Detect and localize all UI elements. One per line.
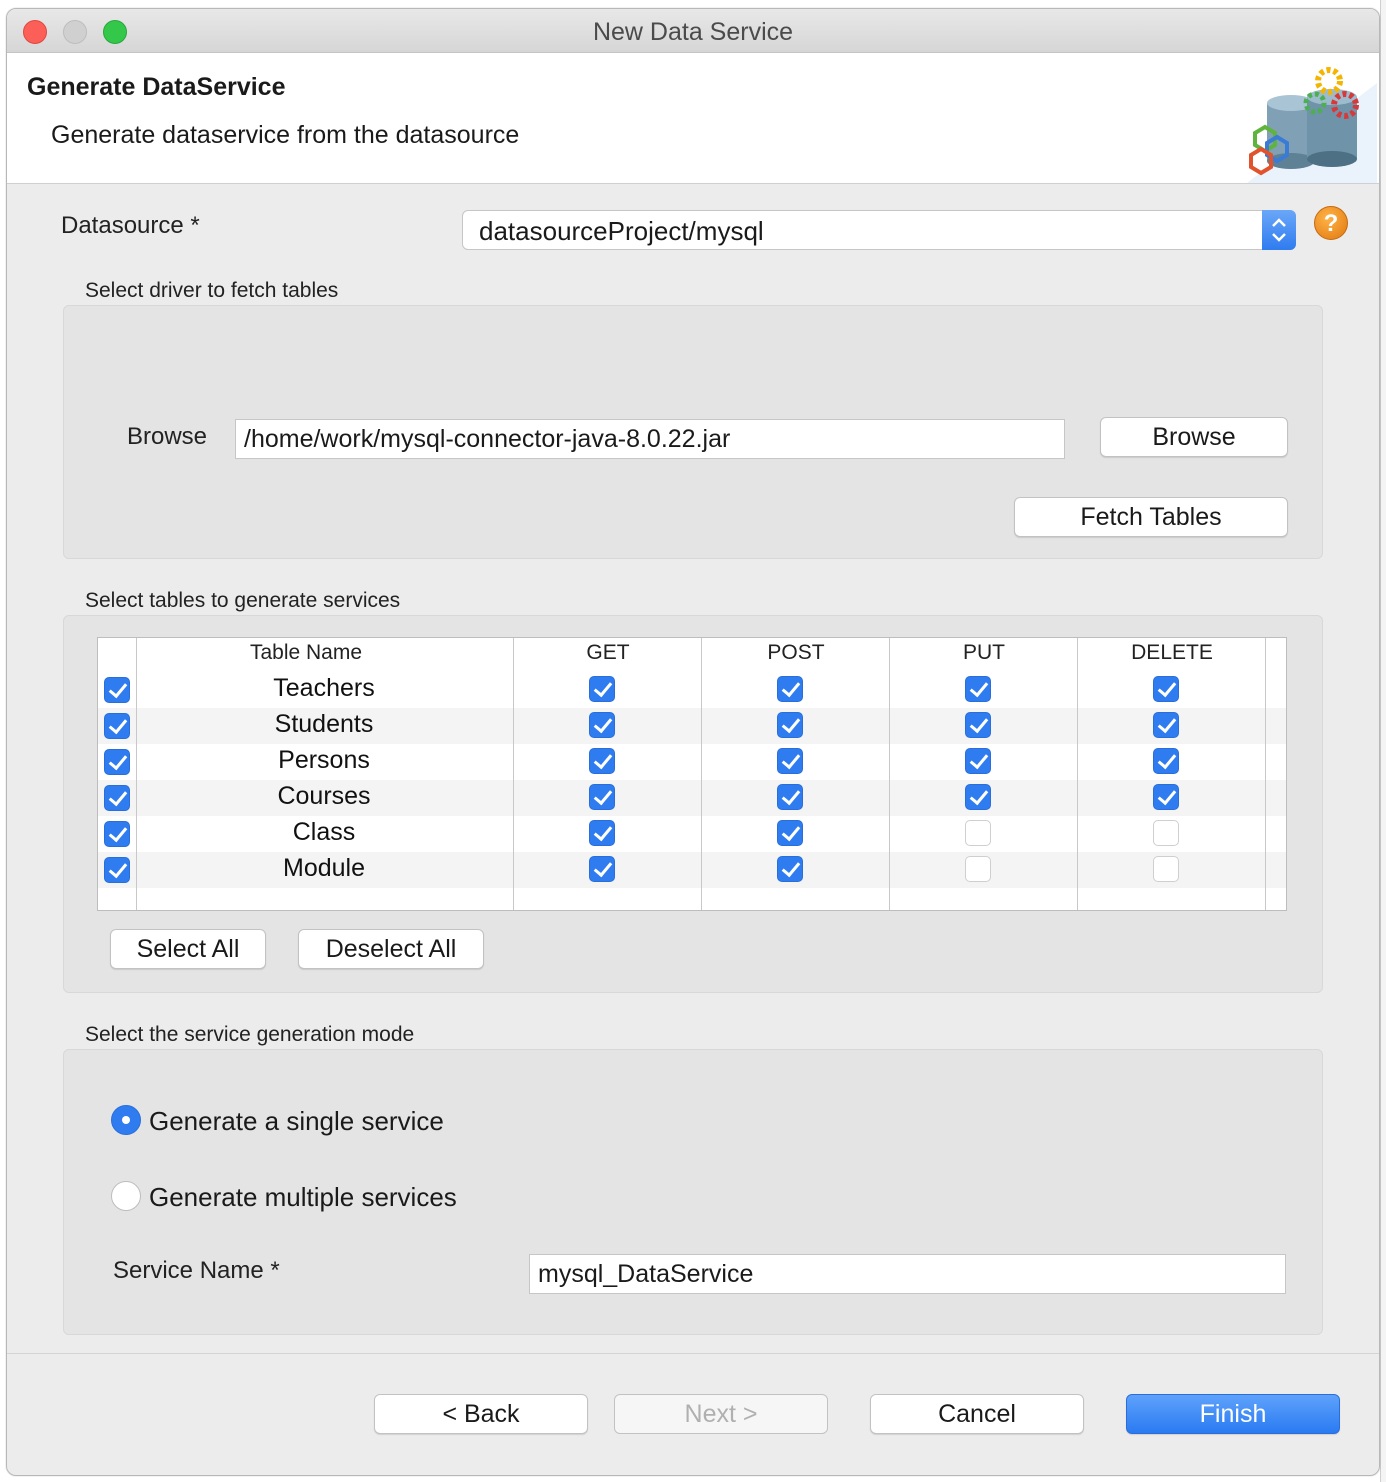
get-checkbox[interactable] bbox=[589, 712, 615, 738]
next-button[interactable]: Next > bbox=[614, 1394, 828, 1434]
post-checkbox[interactable] bbox=[777, 676, 803, 702]
delete-checkbox[interactable] bbox=[1153, 712, 1179, 738]
put-checkbox[interactable] bbox=[965, 748, 991, 774]
footer-separator bbox=[7, 1353, 1379, 1354]
get-checkbox[interactable] bbox=[589, 856, 615, 882]
row-select-checkbox[interactable] bbox=[104, 713, 130, 739]
table-row[interactable]: Teachers bbox=[98, 672, 1286, 708]
column-header-delete: DELETE bbox=[1131, 641, 1213, 664]
table-row[interactable]: Class bbox=[98, 816, 1286, 852]
put-checkbox[interactable] bbox=[965, 676, 991, 702]
table-name-cell: Teachers bbox=[273, 674, 375, 702]
database-gears-icon bbox=[1247, 67, 1377, 183]
post-checkbox[interactable] bbox=[777, 856, 803, 882]
put-checkbox[interactable] bbox=[965, 856, 991, 882]
datasource-select[interactable]: datasourceProject/mysql bbox=[462, 210, 1296, 250]
row-select-checkbox[interactable] bbox=[104, 821, 130, 847]
table-row[interactable]: Module bbox=[98, 852, 1286, 888]
get-checkbox[interactable] bbox=[589, 820, 615, 846]
column-header-put: PUT bbox=[963, 641, 1005, 664]
row-select-checkbox[interactable] bbox=[104, 785, 130, 811]
table-name-cell: Module bbox=[283, 854, 365, 882]
table-name-cell: Courses bbox=[277, 782, 371, 810]
delete-checkbox[interactable] bbox=[1153, 748, 1179, 774]
delete-checkbox[interactable] bbox=[1153, 784, 1179, 810]
delete-checkbox[interactable] bbox=[1153, 820, 1179, 846]
tables-table: Table Name GET POST PUT DELETE Teachers S… bbox=[97, 637, 1287, 911]
title-bar: New Data Service bbox=[7, 9, 1379, 53]
tables-group-label: Select tables to generate services bbox=[85, 589, 401, 612]
column-header-table-name: Table Name bbox=[249, 641, 363, 664]
wizard-header: Generate DataService Generate dataservic… bbox=[7, 53, 1379, 184]
updown-chevron-icon[interactable] bbox=[1262, 210, 1296, 250]
post-checkbox[interactable] bbox=[777, 784, 803, 810]
mode-group-label: Select the service generation mode bbox=[85, 1023, 415, 1046]
help-icon[interactable]: ? bbox=[1314, 206, 1348, 240]
datasource-label: Datasource * bbox=[61, 212, 200, 239]
service-name-input[interactable]: mysql_DataService bbox=[529, 1254, 1286, 1294]
table-name-cell: Persons bbox=[278, 746, 370, 774]
table-row[interactable]: Students bbox=[98, 708, 1286, 744]
driver-group-label: Select driver to fetch tables bbox=[85, 279, 339, 302]
get-checkbox[interactable] bbox=[589, 784, 615, 810]
row-select-checkbox[interactable] bbox=[104, 677, 130, 703]
row-select-checkbox[interactable] bbox=[104, 857, 130, 883]
deselect-all-button[interactable]: Deselect All bbox=[298, 929, 484, 969]
service-name-label: Service Name * bbox=[113, 1257, 280, 1284]
multiple-services-radio[interactable] bbox=[111, 1181, 141, 1211]
table-name-cell: Students bbox=[274, 710, 374, 738]
put-checkbox[interactable] bbox=[965, 784, 991, 810]
single-service-radio[interactable] bbox=[111, 1105, 141, 1135]
get-checkbox[interactable] bbox=[589, 676, 615, 702]
table-header: Table Name GET POST PUT DELETE bbox=[98, 638, 1286, 670]
post-checkbox[interactable] bbox=[777, 712, 803, 738]
put-checkbox[interactable] bbox=[965, 712, 991, 738]
table-name-cell: Class bbox=[292, 818, 356, 846]
table-row[interactable]: Persons bbox=[98, 744, 1286, 780]
select-all-button[interactable]: Select All bbox=[110, 929, 266, 969]
column-header-get: GET bbox=[586, 641, 630, 664]
datasource-selected-value: datasourceProject/mysql bbox=[479, 216, 764, 246]
browse-label: Browse bbox=[127, 423, 208, 450]
get-checkbox[interactable] bbox=[589, 748, 615, 774]
driver-path-input[interactable]: /home/work/mysql-connector-java-8.0.22.j… bbox=[235, 419, 1065, 459]
new-data-service-dialog: New Data Service Generate DataService Ge… bbox=[6, 8, 1380, 1476]
delete-checkbox[interactable] bbox=[1153, 856, 1179, 882]
single-service-label[interactable]: Generate a single service bbox=[149, 1106, 444, 1137]
finish-button[interactable]: Finish bbox=[1126, 1394, 1340, 1434]
page-title: Generate DataService bbox=[27, 73, 286, 101]
delete-checkbox[interactable] bbox=[1153, 676, 1179, 702]
background-app-edge bbox=[1380, 0, 1386, 1482]
column-header-post: POST bbox=[767, 641, 825, 664]
table-row[interactable]: Courses bbox=[98, 780, 1286, 816]
post-checkbox[interactable] bbox=[777, 820, 803, 846]
post-checkbox[interactable] bbox=[777, 748, 803, 774]
cancel-button[interactable]: Cancel bbox=[870, 1394, 1084, 1434]
fetch-tables-button[interactable]: Fetch Tables bbox=[1014, 497, 1288, 537]
page-subtitle: Generate dataservice from the datasource bbox=[51, 121, 520, 149]
back-button[interactable]: < Back bbox=[374, 1394, 588, 1434]
window-title: New Data Service bbox=[592, 18, 794, 46]
row-select-checkbox[interactable] bbox=[104, 749, 130, 775]
multiple-services-label[interactable]: Generate multiple services bbox=[149, 1182, 457, 1213]
browse-button[interactable]: Browse bbox=[1100, 417, 1288, 457]
put-checkbox[interactable] bbox=[965, 820, 991, 846]
